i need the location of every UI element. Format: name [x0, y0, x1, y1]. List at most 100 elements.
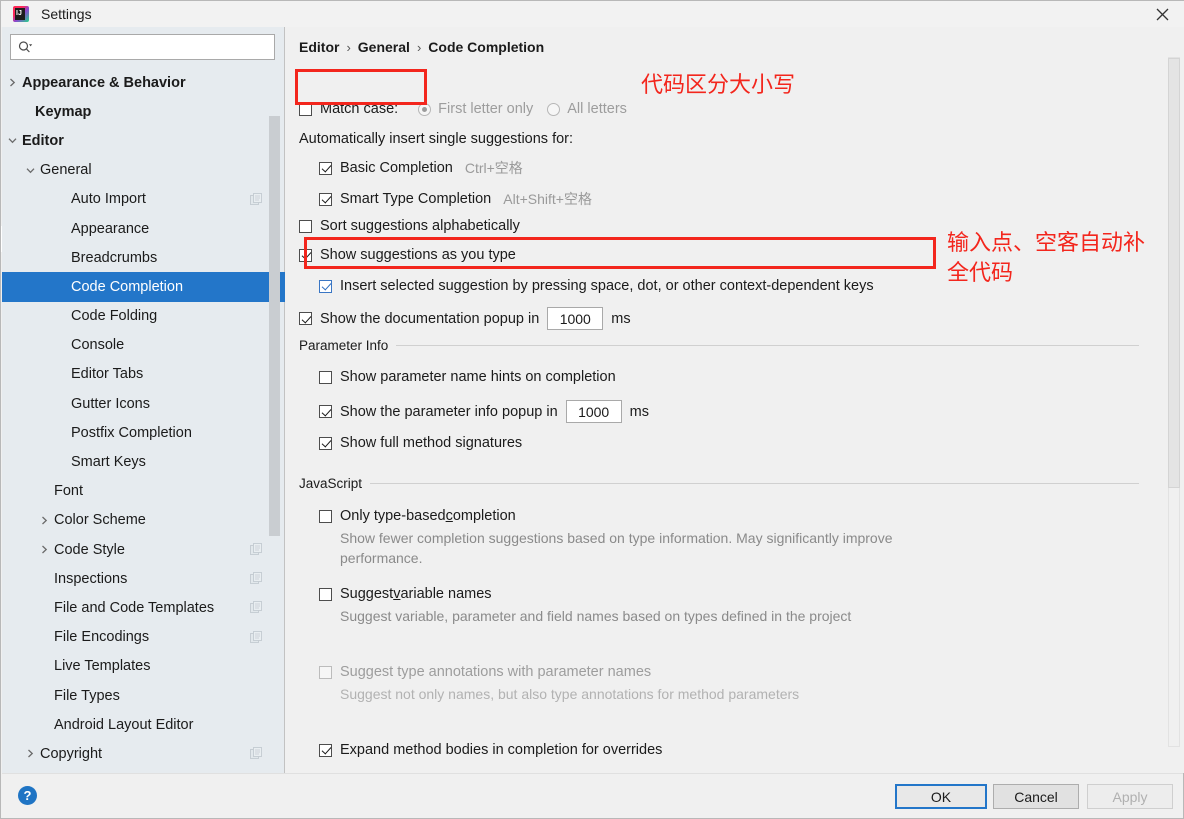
settings-main-panel: Editor › General › Code Completion Match… — [286, 27, 1184, 773]
help-button[interactable]: ? — [18, 786, 37, 805]
sidebar-scrollbar-thumb[interactable] — [269, 116, 280, 536]
chevron-down-icon[interactable] — [6, 135, 18, 147]
sidebar-item-inspections[interactable]: Inspections — [2, 564, 285, 593]
chevron-right-icon[interactable] — [24, 748, 36, 760]
sort-alphabetically-row: Sort suggestions alphabetically — [299, 218, 520, 234]
suggest-type-annotations-help: Suggest not only names, but also type an… — [340, 686, 800, 702]
intellij-idea-icon — [13, 6, 29, 22]
copy-settings-icon[interactable] — [250, 572, 263, 585]
close-icon[interactable] — [1139, 1, 1184, 27]
annotation-text-match-case: 代码区分大小写 — [641, 73, 796, 98]
javascript-section-title: JavaScript — [299, 476, 363, 491]
parameter-name-hints-checkbox[interactable] — [319, 370, 332, 384]
chevron-right-icon[interactable] — [6, 77, 18, 89]
insert-selected-suggestion-checkbox[interactable] — [319, 279, 332, 293]
sidebar-item-code-folding[interactable]: Code Folding — [2, 302, 285, 331]
only-type-based-completion-help: Show fewer completion suggestions based … — [340, 530, 893, 566]
sidebar-item-appearance-behavior[interactable]: Appearance & Behavior — [2, 68, 285, 97]
parameter-info-popup-checkbox[interactable] — [319, 405, 332, 418]
annotation-text-insert-selected: 输入点、空客自动补 全代码 — [947, 231, 1146, 286]
sidebar-item-label: Smart Keys — [71, 454, 146, 471]
parameter-info-popup-label: Show the parameter info popup in — [340, 403, 558, 420]
sidebar-item-gutter-icons[interactable]: Gutter Icons — [2, 389, 285, 418]
sidebar-item-console[interactable]: Console — [2, 331, 285, 360]
title-bar: Settings — [1, 1, 1184, 27]
parameter-info-popup-delay-input[interactable]: 1000 — [565, 400, 622, 423]
sidebar-item-file-types[interactable]: File Types — [2, 681, 285, 710]
breadcrumb-separator: › — [346, 39, 351, 55]
main-scrollbar-thumb[interactable] — [1168, 58, 1180, 488]
sidebar-item-label: File Types — [54, 687, 120, 704]
sidebar-item-breadcrumbs[interactable]: Breadcrumbs — [2, 243, 285, 272]
sidebar-item-label: Editor Tabs — [71, 366, 144, 383]
sidebar-item-copyright[interactable]: Copyright — [2, 739, 285, 768]
breadcrumb-item-0[interactable]: Editor — [299, 39, 339, 55]
ok-button[interactable]: OK — [895, 784, 987, 809]
sidebar-item-font[interactable]: Font — [2, 477, 285, 506]
sidebar-item-auto-import[interactable]: Auto Import — [2, 185, 285, 214]
settings-tree[interactable]: Appearance & Behavior Keymap Editor General… — [2, 68, 285, 773]
parameter-info-popup-unit: ms — [629, 403, 649, 420]
basic-completion-row: Basic Completion Ctrl+空格 — [319, 158, 523, 178]
first-letter-only-radio[interactable] — [418, 102, 432, 116]
insert-selected-suggestion-label: Insert selected suggestion by pressing s… — [340, 278, 874, 294]
full-method-signatures-label: Show full method signatures — [340, 435, 523, 451]
sidebar-item-general[interactable]: General — [2, 156, 285, 185]
match-case-row: Match case: First letter only All letter… — [299, 101, 627, 117]
documentation-popup-delay-input[interactable]: 1000 — [547, 307, 604, 330]
sort-alphabetically-checkbox[interactable] — [299, 219, 312, 233]
sidebar-item-file-encodings[interactable]: File Encodings — [2, 623, 285, 652]
only-type-based-completion-checkbox[interactable] — [319, 509, 332, 523]
show-suggestions-as-you-type-row: Show suggestions as you type — [299, 247, 516, 263]
suggest-variable-names-row: Suggest v ariable names — [319, 586, 492, 602]
sidebar-item-keymap[interactable]: Keymap — [2, 97, 285, 126]
sidebar-item-appearance[interactable]: Appearance — [2, 214, 285, 243]
all-letters-radio[interactable] — [547, 102, 561, 116]
copy-settings-icon[interactable] — [250, 747, 263, 760]
copy-settings-icon[interactable] — [250, 601, 263, 614]
sidebar-item-smart-keys[interactable]: Smart Keys — [2, 447, 285, 476]
sidebar-item-postfix-completion[interactable]: Postfix Completion — [2, 418, 285, 447]
basic-completion-checkbox[interactable] — [319, 161, 332, 175]
cancel-button[interactable]: Cancel — [993, 784, 1079, 809]
all-letters-label: All letters — [567, 101, 627, 117]
sidebar-item-android-layout-editor[interactable]: Android Layout Editor — [2, 710, 285, 739]
documentation-popup-checkbox[interactable] — [299, 312, 312, 325]
sidebar-item-color-scheme[interactable]: Color Scheme — [2, 506, 285, 535]
sidebar-item-editor-tabs[interactable]: Editor Tabs — [2, 360, 285, 389]
chevron-right-icon[interactable] — [38, 544, 50, 556]
full-method-signatures-checkbox[interactable] — [319, 436, 332, 450]
search-field[interactable] — [10, 34, 275, 60]
suggest-variable-names-checkbox[interactable] — [319, 587, 332, 601]
expand-method-bodies-checkbox[interactable] — [319, 743, 332, 757]
show-suggestions-as-you-type-checkbox[interactable] — [299, 248, 312, 262]
only-type-based-completion-label-post: ompletion — [452, 508, 516, 524]
sidebar-item-code-completion[interactable]: Code Completion — [2, 272, 285, 302]
chevron-down-icon[interactable] — [24, 164, 36, 176]
sidebar-item-editor[interactable]: Editor — [2, 126, 285, 155]
show-suggestions-as-you-type-label: Show suggestions as you type — [320, 247, 516, 263]
copy-settings-icon[interactable] — [250, 192, 263, 206]
suggest-variable-names-label-post: ariable names — [400, 586, 492, 602]
breadcrumb-item-1[interactable]: General — [358, 39, 410, 55]
window-title: Settings — [41, 6, 92, 22]
sidebar-item-live-templates[interactable]: Live Templates — [2, 652, 285, 681]
search-input[interactable] — [33, 36, 274, 58]
smart-type-completion-checkbox[interactable] — [319, 192, 332, 206]
sidebar-item-code-style[interactable]: Code Style — [2, 535, 285, 564]
smart-type-completion-row: Smart Type Completion Alt+Shift+空格 — [319, 189, 592, 209]
sidebar-item-label: Breadcrumbs — [71, 249, 158, 266]
chevron-right-icon[interactable] — [38, 514, 50, 526]
copy-settings-icon[interactable] — [250, 630, 263, 644]
sidebar-item-file-and-code-templates[interactable]: File and Code Templates — [2, 593, 285, 622]
smart-type-completion-label: Smart Type Completion — [340, 191, 492, 207]
match-case-label: Match case: — [320, 101, 399, 117]
copy-settings-icon[interactable] — [250, 543, 263, 556]
only-type-based-completion-mnemonic: c — [445, 508, 453, 524]
sidebar-scrollbar-track[interactable] — [269, 68, 282, 773]
suggest-variable-names-label-pre: Suggest — [340, 586, 394, 602]
sidebar-item-label: Code Style — [54, 541, 125, 558]
sidebar-item-label: Appearance — [71, 220, 150, 237]
apply-button: Apply — [1087, 784, 1173, 809]
match-case-checkbox[interactable] — [299, 102, 312, 116]
